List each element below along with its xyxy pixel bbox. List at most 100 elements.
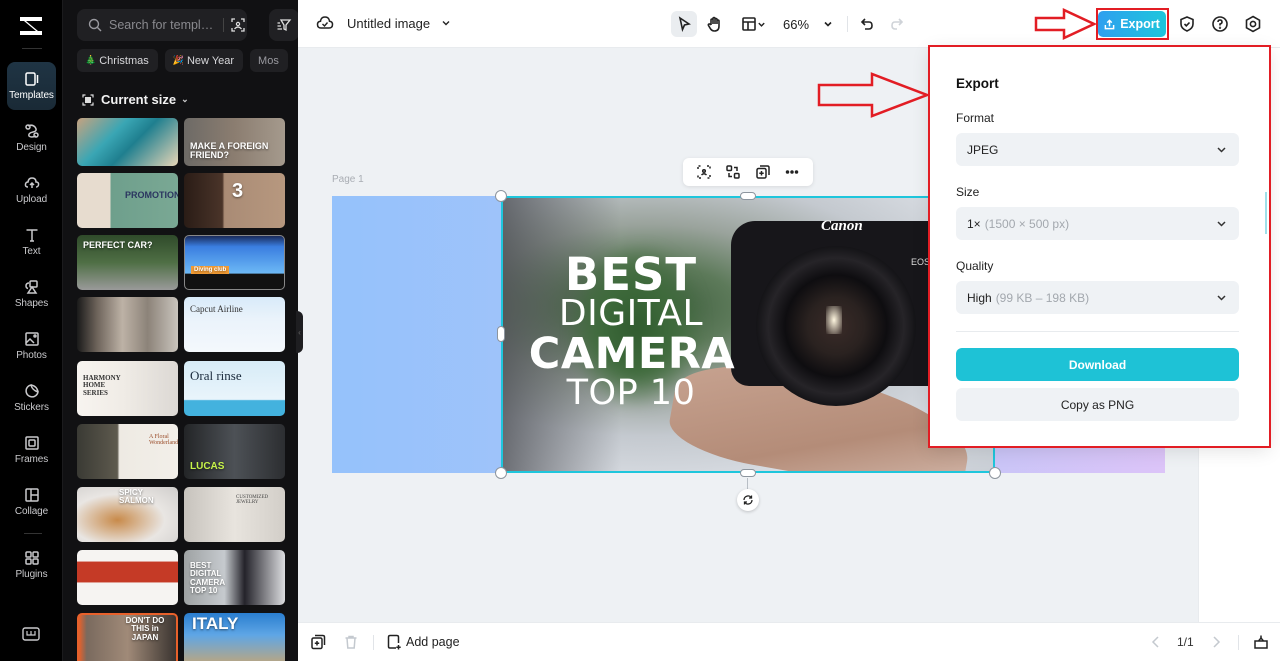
chevron-down-icon xyxy=(757,22,765,27)
replace-button[interactable] xyxy=(725,164,741,180)
template-thumbnail[interactable]: DON'T DO THIS in JAPAN xyxy=(77,613,178,661)
template-thumbnail[interactable]: LUCAS xyxy=(184,424,285,479)
zoom-menu-button[interactable] xyxy=(815,11,841,37)
select-tool-icon xyxy=(678,16,692,32)
keyboard-shortcuts-icon[interactable] xyxy=(22,627,40,641)
christmas-tree-icon: 🎄 xyxy=(85,55,97,65)
rail-item-templates[interactable]: Templates xyxy=(7,62,56,110)
add-page-label: Add page xyxy=(406,635,460,649)
help-button[interactable] xyxy=(1211,15,1229,33)
page-manager-button[interactable] xyxy=(1253,634,1269,650)
rail-item-upload[interactable]: Upload xyxy=(7,166,56,214)
resize-handle-top[interactable] xyxy=(740,192,756,200)
rail-item-design[interactable]: Design xyxy=(7,114,56,162)
next-page-button[interactable] xyxy=(1208,634,1224,650)
resize-handle-bottom[interactable] xyxy=(740,469,756,477)
duplicate-button[interactable] xyxy=(755,164,771,180)
template-thumbnail[interactable]: ITALY xyxy=(184,613,285,661)
trash-icon xyxy=(345,635,357,649)
template-thumbnail[interactable]: BEST DIGITAL CAMERA TOP 10 xyxy=(184,550,285,605)
left-rail: Templates Design Upload Text Shapes Phot… xyxy=(0,0,63,661)
resize-handle-bottom-left[interactable] xyxy=(495,467,507,479)
template-thumbnail[interactable]: PROMOTION xyxy=(77,173,178,228)
category-chips: 🎄 Christmas 🎉 New Year Mos xyxy=(77,49,288,72)
rail-label: Frames xyxy=(14,454,49,465)
format-select[interactable]: JPEG xyxy=(956,133,1239,166)
size-select[interactable]: 1× (1500 × 500 px) xyxy=(956,207,1239,240)
search-icon xyxy=(88,18,102,32)
layout-menu-button[interactable] xyxy=(737,11,769,37)
rail-item-photos[interactable]: Photos xyxy=(7,322,56,370)
more-options-button[interactable] xyxy=(784,164,800,180)
copy-as-png-button[interactable]: Copy as PNG xyxy=(956,388,1239,421)
previous-page-button[interactable] xyxy=(1148,634,1164,650)
template-thumbnail[interactable]: 3 xyxy=(184,173,285,228)
chip-christmas[interactable]: 🎄 Christmas xyxy=(77,49,158,72)
rail-item-collage[interactable]: Collage xyxy=(7,478,56,526)
template-thumbnail[interactable]: Diving club xyxy=(184,235,285,290)
chip-new-year[interactable]: 🎉 New Year xyxy=(164,49,244,72)
template-search-input[interactable]: Search for templat... xyxy=(77,9,247,41)
zoom-level[interactable]: 66% xyxy=(783,17,809,32)
rail-item-stickers[interactable]: Stickers xyxy=(7,374,56,422)
document-title-menu[interactable]: Untitled image xyxy=(316,14,451,32)
capcut-logo[interactable] xyxy=(17,14,45,38)
template-thumbnail[interactable]: CUSTOMIZED JEWELRY xyxy=(184,487,285,542)
resize-handle-top-left[interactable] xyxy=(495,190,507,202)
page-label: Page 1 xyxy=(332,174,364,185)
security-button[interactable] xyxy=(1178,15,1196,33)
select-area-button[interactable] xyxy=(696,164,712,180)
chevron-down-icon xyxy=(824,21,832,27)
sticker-icon xyxy=(24,384,39,398)
image-search-icon[interactable] xyxy=(230,17,246,33)
template-thumbnail[interactable]: Oral rinse xyxy=(184,361,285,416)
template-thumbnail[interactable]: A Floral Wonderland xyxy=(77,424,178,479)
template-thumbnail[interactable] xyxy=(77,550,178,605)
layout-icon xyxy=(741,17,756,31)
download-button[interactable]: Download xyxy=(956,348,1239,381)
camera-image-element[interactable]: Canon EOS 6D BEST DIGITAL CAMERA TOP 10 xyxy=(501,196,995,473)
popover-scrollbar[interactable] xyxy=(1265,192,1267,234)
chip-most[interactable]: Mos xyxy=(250,49,288,72)
export-button[interactable]: Export xyxy=(1098,11,1166,37)
headline-line-1: BEST xyxy=(564,248,698,301)
template-thumbnail[interactable]: MAKE A FOREIGN FRIEND? xyxy=(184,118,285,166)
rail-item-frames[interactable]: Frames xyxy=(7,426,56,474)
current-size-filter[interactable]: Current size ⌄ xyxy=(82,92,189,107)
duplicate-page-button[interactable] xyxy=(310,634,326,650)
page-manager-icon xyxy=(1254,635,1268,649)
template-thumbnail[interactable]: HARMONY HOME SERIES xyxy=(77,361,178,416)
format-value: JPEG xyxy=(967,142,999,157)
delete-page-button[interactable] xyxy=(343,634,359,650)
current-size-label: Current size xyxy=(101,92,177,107)
template-thumbnail[interactable]: Capcut Airline xyxy=(184,297,285,352)
undo-button[interactable] xyxy=(854,11,880,37)
template-thumbnail[interactable]: PERFECT CAR? xyxy=(77,235,178,290)
select-tool-button[interactable] xyxy=(671,11,697,37)
filter-button[interactable] xyxy=(269,9,298,41)
filter-icon xyxy=(277,19,292,32)
template-thumbnail[interactable]: SPICY SALMON xyxy=(77,487,178,542)
rail-item-shapes[interactable]: Shapes xyxy=(7,270,56,318)
template-thumbnail[interactable] xyxy=(77,297,178,352)
resize-handle-left[interactable] xyxy=(497,326,505,342)
quality-select[interactable]: High (99 KB – 198 KB) xyxy=(956,281,1239,314)
rotate-stem xyxy=(747,478,748,489)
settings-button[interactable] xyxy=(1244,15,1262,33)
headline-line-3: CAMERA xyxy=(528,329,736,379)
thumbnail-title: A Floral Wonderland xyxy=(149,434,178,447)
rail-item-plugins[interactable]: Plugins xyxy=(7,541,56,589)
redo-button[interactable] xyxy=(884,11,910,37)
collapse-panel-handle[interactable]: ‹ xyxy=(296,311,303,353)
collage-icon xyxy=(24,488,39,502)
undo-icon xyxy=(860,18,873,30)
thumbnail-title: HARMONY HOME SERIES xyxy=(83,374,121,397)
bottom-divider xyxy=(373,635,374,650)
chevron-right-icon xyxy=(1213,636,1221,648)
hand-tool-button[interactable] xyxy=(701,11,727,37)
rail-item-text[interactable]: Text xyxy=(7,218,56,266)
add-page-button[interactable]: Add page xyxy=(386,634,460,650)
template-thumbnail[interactable] xyxy=(77,118,178,166)
resize-handle-bottom-right[interactable] xyxy=(989,467,1001,479)
rotate-handle[interactable] xyxy=(737,489,759,511)
